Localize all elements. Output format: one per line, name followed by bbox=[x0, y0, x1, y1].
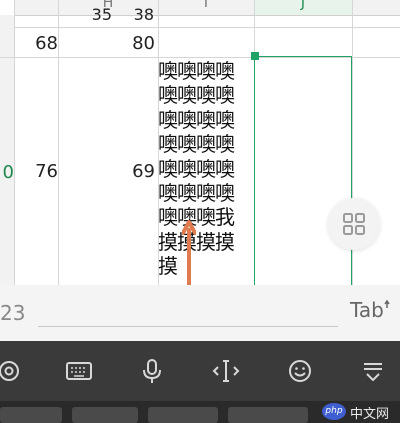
selection-handle[interactable] bbox=[251, 52, 259, 60]
column-header-g[interactable] bbox=[14, 0, 58, 16]
cell-h-row1[interactable]: 80 bbox=[100, 33, 155, 54]
wrapped-line: 噢噢噢噢 bbox=[158, 156, 235, 181]
keyboard-key[interactable] bbox=[0, 407, 62, 423]
column-header-j[interactable]: J bbox=[254, 0, 352, 16]
wrapped-line: 噢噢噢噢 bbox=[158, 132, 235, 157]
cell-h-top[interactable]: 38 bbox=[100, 5, 154, 24]
keyboard-toolbar bbox=[0, 341, 400, 401]
floating-grid-button[interactable] bbox=[328, 198, 380, 250]
arrow-up-icon bbox=[182, 220, 196, 285]
column-header-k[interactable] bbox=[352, 0, 400, 16]
keyboard-key[interactable] bbox=[72, 407, 138, 423]
text-cursor-icon[interactable] bbox=[211, 356, 241, 386]
wrapped-line: 噢噢噢噢 bbox=[158, 107, 235, 132]
wrapped-line: 摸摸摸摸 bbox=[158, 229, 235, 254]
keyboard-key[interactable] bbox=[148, 407, 218, 423]
watermark-text: 中文网 bbox=[350, 407, 390, 422]
microphone-icon[interactable] bbox=[137, 356, 167, 386]
wrapped-text-cell[interactable]: 噢噢噢噢 噢噢噢噢 噢噢噢噢 噢噢噢噢 噢噢噢噢 噢噢噢噢 噢噢噢我 摸摸摸摸 … bbox=[158, 59, 248, 279]
wrapped-line: 摸 bbox=[158, 254, 178, 279]
cell-selection-box[interactable] bbox=[254, 56, 352, 285]
tab-button[interactable]: Tab bbox=[350, 298, 396, 322]
grid-line bbox=[14, 0, 15, 285]
row-header-selected[interactable]: 0 bbox=[0, 58, 14, 285]
tab-arrow-icon bbox=[384, 299, 390, 308]
grid-line bbox=[58, 0, 59, 285]
tab-label: Tab bbox=[350, 298, 384, 322]
keyboard-icon[interactable] bbox=[64, 356, 94, 386]
watermark-logo: php bbox=[322, 403, 346, 420]
cell-input-bar bbox=[0, 285, 400, 341]
grid-line bbox=[0, 27, 400, 28]
row-header[interactable] bbox=[0, 15, 14, 57]
wrapped-line: 噢噢噢噢 bbox=[158, 181, 235, 206]
gear-icon[interactable] bbox=[0, 356, 24, 386]
emoji-icon[interactable] bbox=[285, 356, 315, 386]
cell-h-row2[interactable]: 69 bbox=[100, 161, 155, 182]
cell-g-row2[interactable]: 76 bbox=[20, 161, 58, 182]
cell-g-row1[interactable]: 68 bbox=[20, 33, 58, 54]
wrapped-line: 噢噢噢噢 bbox=[158, 83, 235, 108]
grid-icon bbox=[343, 213, 365, 235]
wrapped-line: 噢噢噢我 bbox=[158, 205, 235, 230]
collapse-keyboard-icon[interactable] bbox=[358, 356, 388, 386]
column-header-i[interactable]: I bbox=[158, 0, 254, 16]
input-underline bbox=[38, 326, 338, 327]
watermark: php 中文网 bbox=[318, 401, 400, 423]
row-header-label: 0 bbox=[2, 162, 14, 183]
spreadsheet-grid[interactable]: H I J 0 35 38 68 80 76 69 噢噢噢噢 噢噢噢噢 噢噢噢噢… bbox=[0, 0, 400, 285]
wrapped-line: 噢噢噢噢 bbox=[158, 59, 235, 83]
cell-input-value[interactable]: 23 bbox=[0, 301, 25, 325]
keyboard-key[interactable] bbox=[228, 407, 308, 423]
